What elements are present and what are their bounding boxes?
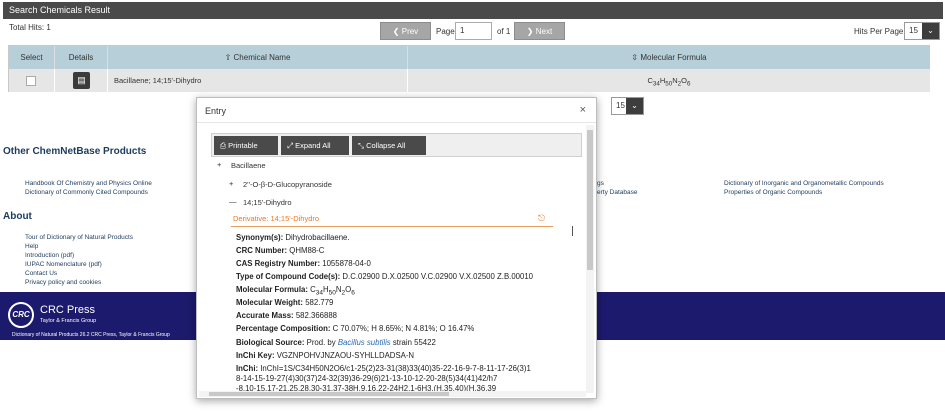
hits-per-page-select[interactable]: 15 ⌄: [904, 22, 940, 40]
footer-copyright: Dictionary of Natural Products 26.2 CRC …: [12, 332, 170, 338]
expand-icon: ⤢: [287, 141, 293, 150]
expand-all-button[interactable]: ⤢ Expand All: [281, 136, 349, 155]
footer-brand: CRC Press: [40, 304, 96, 316]
scroll-thumb[interactable]: [209, 392, 449, 396]
link-icon[interactable]: ⎋: [538, 213, 545, 224]
prop-cas-number: CAS Registry Number: 1055878-04-0: [236, 259, 371, 268]
about-link[interactable]: Tour of Dictionary of Natural Products: [25, 233, 133, 242]
derivative-title: Derivative: 14;15'-Dihydro: [233, 214, 320, 223]
product-link[interactable]: Dictionary of Inorganic and Organometall…: [724, 179, 884, 188]
col-chemical-name[interactable]: ⇧ Chemical Name: [108, 46, 408, 69]
plus-icon[interactable]: +: [217, 160, 221, 169]
col-details: Details: [55, 46, 108, 69]
page-of-label: of 1: [497, 27, 511, 36]
document-icon[interactable]: ▤: [73, 72, 90, 89]
table-row-formula: C34H50N2O6: [408, 69, 930, 92]
product-link[interactable]: erty Database: [597, 188, 637, 197]
chevron-down-icon: ⌄: [626, 98, 643, 114]
prop-accurate-mass: Accurate Mass: 582.366888: [236, 311, 338, 320]
prop-inchi-cont: 8-14-15-19-27(4)30(37)24-32(39)36-29(6)2…: [236, 374, 498, 383]
sort-icon: ⇧: [224, 53, 232, 62]
products-heading: Other ChemNetBase Products: [3, 146, 147, 157]
page-input[interactable]: 1: [455, 22, 492, 40]
about-link[interactable]: IUPAC Nomenclature (pdf): [25, 260, 102, 269]
results-table: Select Details ⇧ Chemical Name ⇳ Molecul…: [8, 45, 930, 92]
prop-molecular-formula: Molecular Formula: C34H50N2O6: [236, 285, 355, 297]
product-link[interactable]: Handbook Of Chemistry and Physics Online: [25, 179, 152, 188]
table-row-select: [9, 69, 55, 92]
minus-icon[interactable]: —: [229, 197, 237, 206]
tree-root[interactable]: Bacillaene: [231, 161, 266, 170]
text-cursor: [572, 226, 573, 236]
printer-icon: ⎙: [220, 141, 226, 150]
prop-inchi-key: InChi Key: VGZNPOHVJNZAOU-SYHLLDADSA-N: [236, 351, 415, 360]
printable-button[interactable]: ⎙ Printable: [214, 136, 278, 155]
page-label: Page: [436, 27, 455, 36]
derivative-divider: [231, 226, 553, 227]
chevron-left-icon: ❮: [392, 27, 400, 36]
total-hits: Total Hits: 1: [9, 23, 51, 32]
collapse-all-button[interactable]: ⤡ Collapse All: [352, 136, 426, 155]
hits-per-page-label: Hits Per Page: [854, 27, 904, 36]
modal-divider: [197, 122, 596, 123]
background-hits-select[interactable]: 15 ⌄: [611, 97, 644, 115]
sort-icon: ⇳: [631, 53, 639, 62]
horizontal-scrollbar[interactable]: [199, 391, 586, 397]
prop-compound-codes: Type of Compound Code(s): D.C.02900 D.X.…: [236, 272, 533, 281]
row-checkbox[interactable]: [26, 76, 36, 86]
about-link[interactable]: Privacy policy and cookies: [25, 278, 101, 287]
col-select: Select: [9, 46, 55, 69]
chevron-down-icon: ⌄: [922, 23, 939, 39]
about-link[interactable]: Help: [25, 242, 38, 251]
col-molecular-formula[interactable]: ⇳ Molecular Formula: [408, 46, 930, 69]
prop-biological-source: Biological Source: Prod. by Bacillus sub…: [236, 338, 436, 347]
collapse-icon: ⤡: [358, 141, 364, 150]
table-row-details: ▤: [55, 69, 108, 92]
plus-icon[interactable]: +: [229, 179, 233, 188]
results-header: Search Chemicals Result: [3, 2, 943, 19]
prop-molecular-weight: Molecular Weight: 582.779: [236, 298, 334, 307]
modal-title: Entry: [205, 106, 227, 116]
tree-item-dihydro[interactable]: 14;15'-Dihydro: [243, 198, 292, 207]
prev-button[interactable]: ❮ Prev: [380, 22, 431, 40]
crc-logo: CRC: [8, 302, 34, 328]
prop-percentage-composition: Percentage Composition: C 70.07%; H 8.65…: [236, 324, 475, 333]
product-link[interactable]: gs: [597, 179, 604, 188]
prop-inchi: InChi: InChI=1S/C34H50N2O6/c1-25(2)23-31…: [236, 364, 531, 373]
entry-modal: Entry × ⎙ Printable ⤢ Expand All ⤡ Colla…: [196, 97, 597, 399]
about-link[interactable]: Contact Us: [25, 269, 57, 278]
product-link[interactable]: Dictionary of Commonly Cited Compounds: [25, 188, 148, 197]
scroll-thumb[interactable]: [587, 130, 593, 270]
next-button[interactable]: ❯ Next: [514, 22, 565, 40]
modal-toolbar: ⎙ Printable ⤢ Expand All ⤡ Collapse All: [211, 133, 582, 157]
close-icon[interactable]: ×: [580, 104, 586, 116]
chevron-right-icon: ❯: [526, 27, 534, 36]
footer-subbrand: Taylor & Francis Group: [40, 318, 97, 324]
tree-item-glucopyranoside[interactable]: 2''-O-β-D-Glucopyranoside: [243, 180, 332, 189]
table-row-name: Bacillaene; 14;15'-Dihydro: [108, 69, 408, 92]
about-link[interactable]: Introduction (pdf): [25, 251, 74, 260]
product-link[interactable]: Properties of Organic Compounds: [724, 188, 822, 197]
species-link[interactable]: Bacillus subtilis: [338, 338, 391, 347]
about-heading: About: [3, 211, 32, 222]
prop-crc-number: CRC Number: QHM88-C: [236, 246, 325, 255]
prop-synonyms: Synonym(s): Dihydrobacillaene.: [236, 233, 350, 242]
vertical-scrollbar[interactable]: [586, 125, 594, 393]
